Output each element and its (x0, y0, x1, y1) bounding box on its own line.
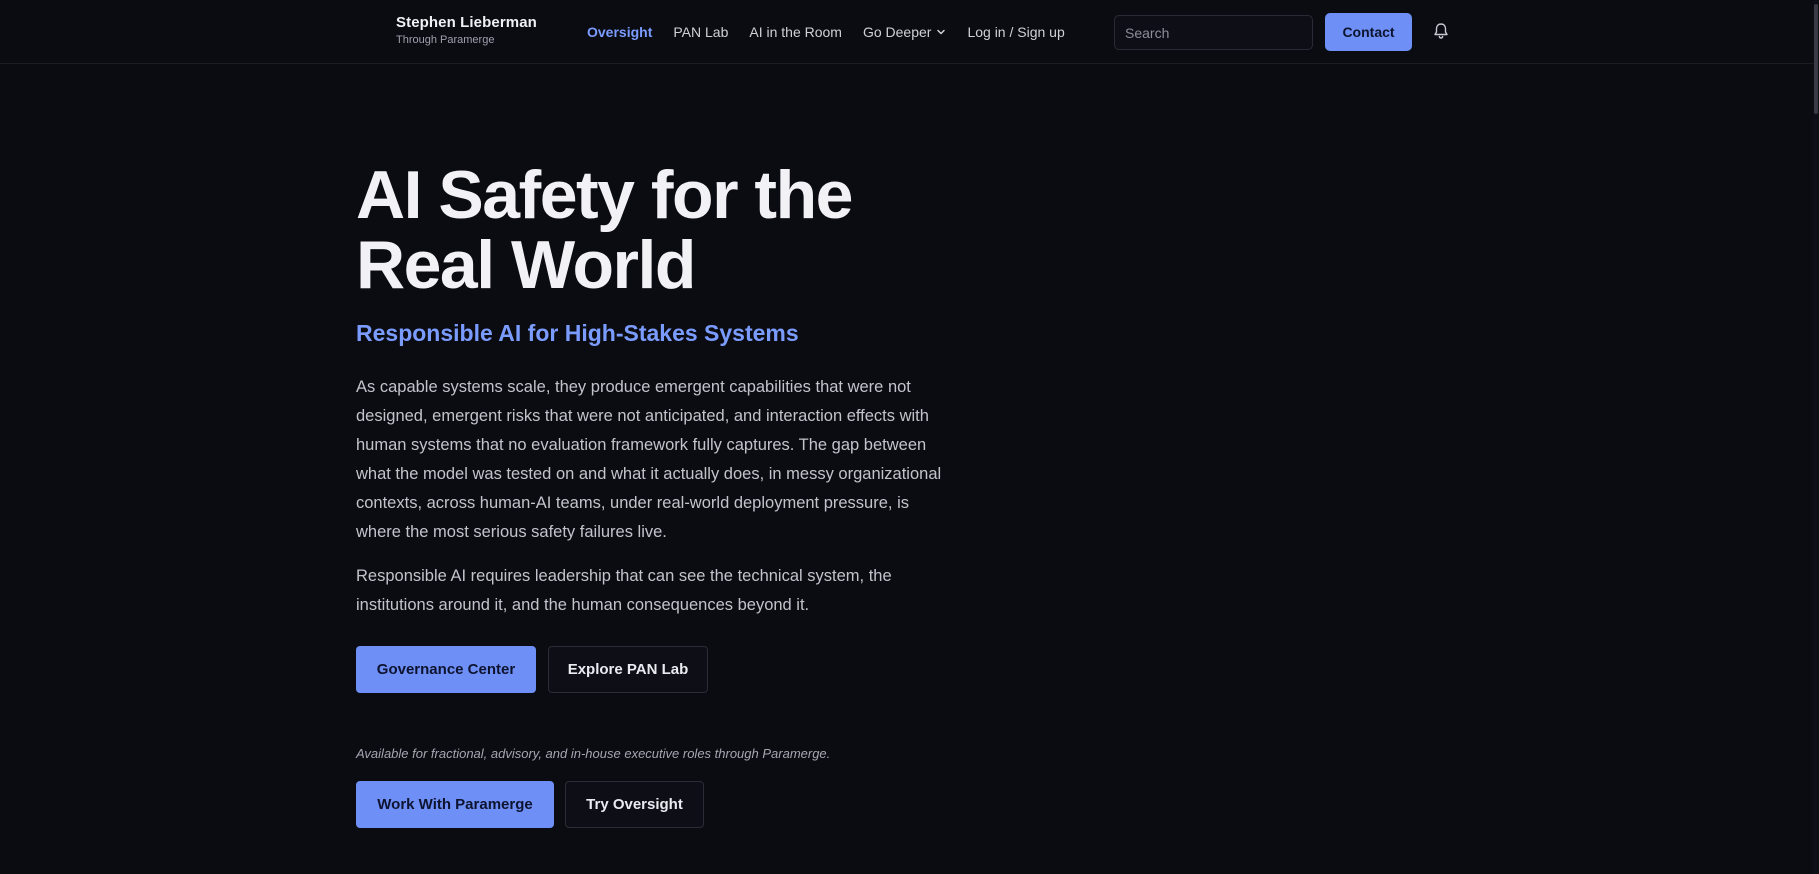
main-nav: Oversight PAN Lab AI in the Room Go Deep… (587, 0, 1065, 64)
explore-pan-lab-button[interactable]: Explore PAN Lab (548, 646, 708, 693)
search-input[interactable] (1114, 15, 1313, 50)
availability-note: Available for fractional, advisory, and … (356, 746, 831, 761)
nav-item-go-deeper[interactable]: Go Deeper (863, 24, 946, 40)
brand-subtitle: Through Paramerge (396, 34, 495, 46)
nav-item-oversight[interactable]: Oversight (587, 24, 652, 40)
work-with-paramerge-button[interactable]: Work With Paramerge (356, 781, 554, 828)
scrollbar-thumb[interactable] (1814, 4, 1818, 114)
nav-item-ai-in-the-room[interactable]: AI in the Room (749, 24, 842, 40)
page-title: AI Safety for the Real World (356, 160, 1056, 300)
contact-button[interactable]: Contact (1325, 13, 1412, 51)
hero-subtitle: Responsible AI for High-Stakes Systems (356, 320, 799, 346)
bell-icon[interactable] (1431, 21, 1451, 41)
site-header: Stephen Lieberman Through Paramerge Over… (0, 0, 1819, 64)
brand-name: Stephen Lieberman (396, 14, 537, 31)
nav-item-login-signup[interactable]: Log in / Sign up (967, 24, 1064, 40)
nav-item-go-deeper-label: Go Deeper (862, 24, 932, 40)
governance-center-button[interactable]: Governance Center (356, 646, 536, 693)
brand[interactable]: Stephen Lieberman Through Paramerge (396, 14, 537, 46)
try-oversight-button[interactable]: Try Oversight (565, 781, 704, 828)
page-scrollbar[interactable] (1813, 0, 1819, 874)
page: Stephen Lieberman Through Paramerge Over… (0, 0, 1819, 874)
chevron-down-icon (937, 29, 946, 35)
hero-paragraph-2: Responsible AI requires leadership that … (356, 567, 892, 614)
nav-item-pan-lab[interactable]: PAN Lab (673, 24, 728, 40)
page-title-line-2: Real World (356, 227, 696, 303)
hero-paragraph-1: As capable systems scale, they produce e… (356, 378, 942, 541)
page-title-line-1: AI Safety for the (356, 157, 853, 233)
